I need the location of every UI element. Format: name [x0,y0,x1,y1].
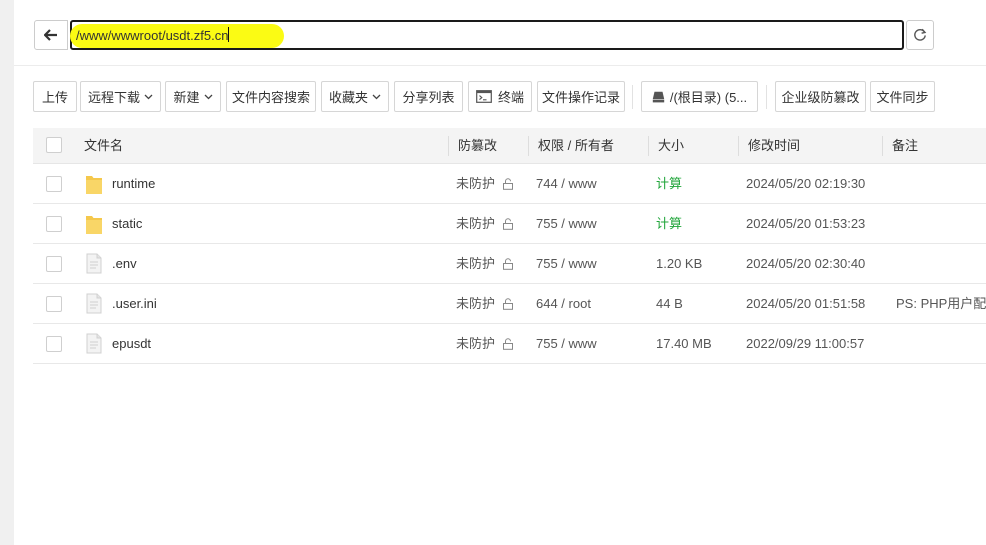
row-tamper-status[interactable]: 未防护 [456,204,495,244]
row-checkbox[interactable] [46,256,62,272]
row-tamper-status[interactable]: 未防护 [456,164,495,204]
file-icon [86,253,102,277]
table-row[interactable]: runtime 未防护 744 / www 计算 2024/05/20 02:19:30 [33,164,986,204]
unlock-icon[interactable] [502,258,514,273]
operation-log-button[interactable]: 文件操作记录 [537,81,625,112]
row-filename[interactable]: runtime [112,164,155,204]
chevron-down-icon [144,94,153,99]
table-row[interactable]: static 未防护 755 / www 计算 2024/05/20 01:53:23 [33,204,986,244]
row-size[interactable]: 计算 [656,204,682,244]
row-permission[interactable]: 755 / www [536,324,597,364]
back-button[interactable] [34,20,68,50]
header-separator [448,136,449,156]
chevron-down-icon [204,94,212,99]
unlock-icon[interactable] [502,218,514,233]
refresh-button[interactable] [906,20,934,50]
row-mtime: 2024/05/20 01:53:23 [746,216,866,231]
file-icon [86,333,102,357]
folder-icon [85,173,103,198]
share-list-button[interactable]: 分享列表 [394,81,463,112]
arrow-left-icon [44,29,57,41]
row-tamper-status[interactable]: 未防护 [456,284,495,324]
row-size: 44 B [656,296,683,311]
header-tamper: 防篡改 [458,138,498,153]
row-mtime: 2024/05/20 02:30:40 [746,256,866,271]
unlock-icon[interactable] [502,178,514,193]
row-checkbox[interactable] [46,336,62,352]
row-tamper-status[interactable]: 未防护 [456,244,495,284]
row-filename[interactable]: .env [112,244,137,284]
text-caret [228,27,230,42]
file-manager-panel: /www/wwwroot/usdt.zf5.cn 上传 远程下载 新建 文件内容… [14,0,986,545]
toolbar-separator [14,65,986,66]
row-filename[interactable]: epusdt [112,324,151,364]
row-mtime: 2024/05/20 01:51:58 [746,296,866,311]
header-separator [738,136,739,156]
header-filename[interactable]: 文件名 [84,128,123,164]
table-header: 文件名 防篡改 权限 / 所有者 大小 修改时间 备注 [33,128,986,164]
row-note[interactable]: PS: PHP用户配置 [896,284,986,324]
terminal-button[interactable]: 终端 [468,81,532,112]
toolbar-divider [766,85,767,109]
header-permission[interactable]: 权限 / 所有者 [538,128,614,164]
header-separator [648,136,649,156]
disk-icon [652,91,665,102]
unlock-icon[interactable] [502,338,514,353]
row-size[interactable]: 计算 [656,164,682,204]
header-note: 备注 [892,138,919,153]
unlock-icon[interactable] [502,298,514,313]
row-size: 1.20 KB [656,256,703,271]
row-permission[interactable]: 755 / www [536,204,597,244]
path-input[interactable]: /www/wwwroot/usdt.zf5.cn [70,20,904,50]
refresh-icon [914,28,927,41]
header-separator [528,136,529,156]
content-search-button[interactable]: 文件内容搜索 [226,81,316,112]
row-permission[interactable]: 755 / www [536,244,597,284]
row-filename[interactable]: static [112,204,142,244]
table-row[interactable]: epusdt 未防护 755 / www 17.40 MB 2022/09/29 11:… [33,324,986,364]
root-dir-button[interactable]: /(根目录) (5... [641,81,758,112]
table-row[interactable]: .env 未防护 755 / www 1.20 KB 2024/05/20 02:30:… [33,244,986,284]
row-checkbox[interactable] [46,216,62,232]
table-row[interactable]: .user.ini 未防护 644 / root 44 B 2024/05/20 01:… [33,284,986,324]
chevron-down-icon [372,94,381,99]
file-sync-button[interactable]: 文件同步 [870,81,935,112]
row-tamper-status[interactable]: 未防护 [456,324,495,364]
upload-button[interactable]: 上传 [33,81,77,112]
header-separator [882,136,883,156]
row-size: 17.40 MB [656,336,712,351]
enterprise-tamper-button[interactable]: 企业级防篡改 [775,81,866,112]
row-checkbox[interactable] [46,176,62,192]
terminal-icon [476,90,492,103]
row-filename[interactable]: .user.ini [112,284,157,324]
row-checkbox[interactable] [46,296,62,312]
new-button[interactable]: 新建 [165,81,221,112]
remote-download-button[interactable]: 远程下载 [80,81,161,112]
row-permission[interactable]: 644 / root [536,284,591,324]
select-all-checkbox[interactable] [46,137,62,153]
row-permission[interactable]: 744 / www [536,164,597,204]
header-size[interactable]: 大小 [658,128,684,164]
row-mtime: 2022/09/29 11:00:57 [746,336,865,351]
file-icon [86,293,102,317]
row-mtime: 2024/05/20 02:19:30 [746,176,866,191]
favorites-button[interactable]: 收藏夹 [321,81,389,112]
path-text: /www/wwwroot/usdt.zf5.cn [76,28,229,43]
folder-icon [85,213,103,238]
header-mtime[interactable]: 修改时间 [748,128,800,164]
toolbar-divider [632,85,633,109]
